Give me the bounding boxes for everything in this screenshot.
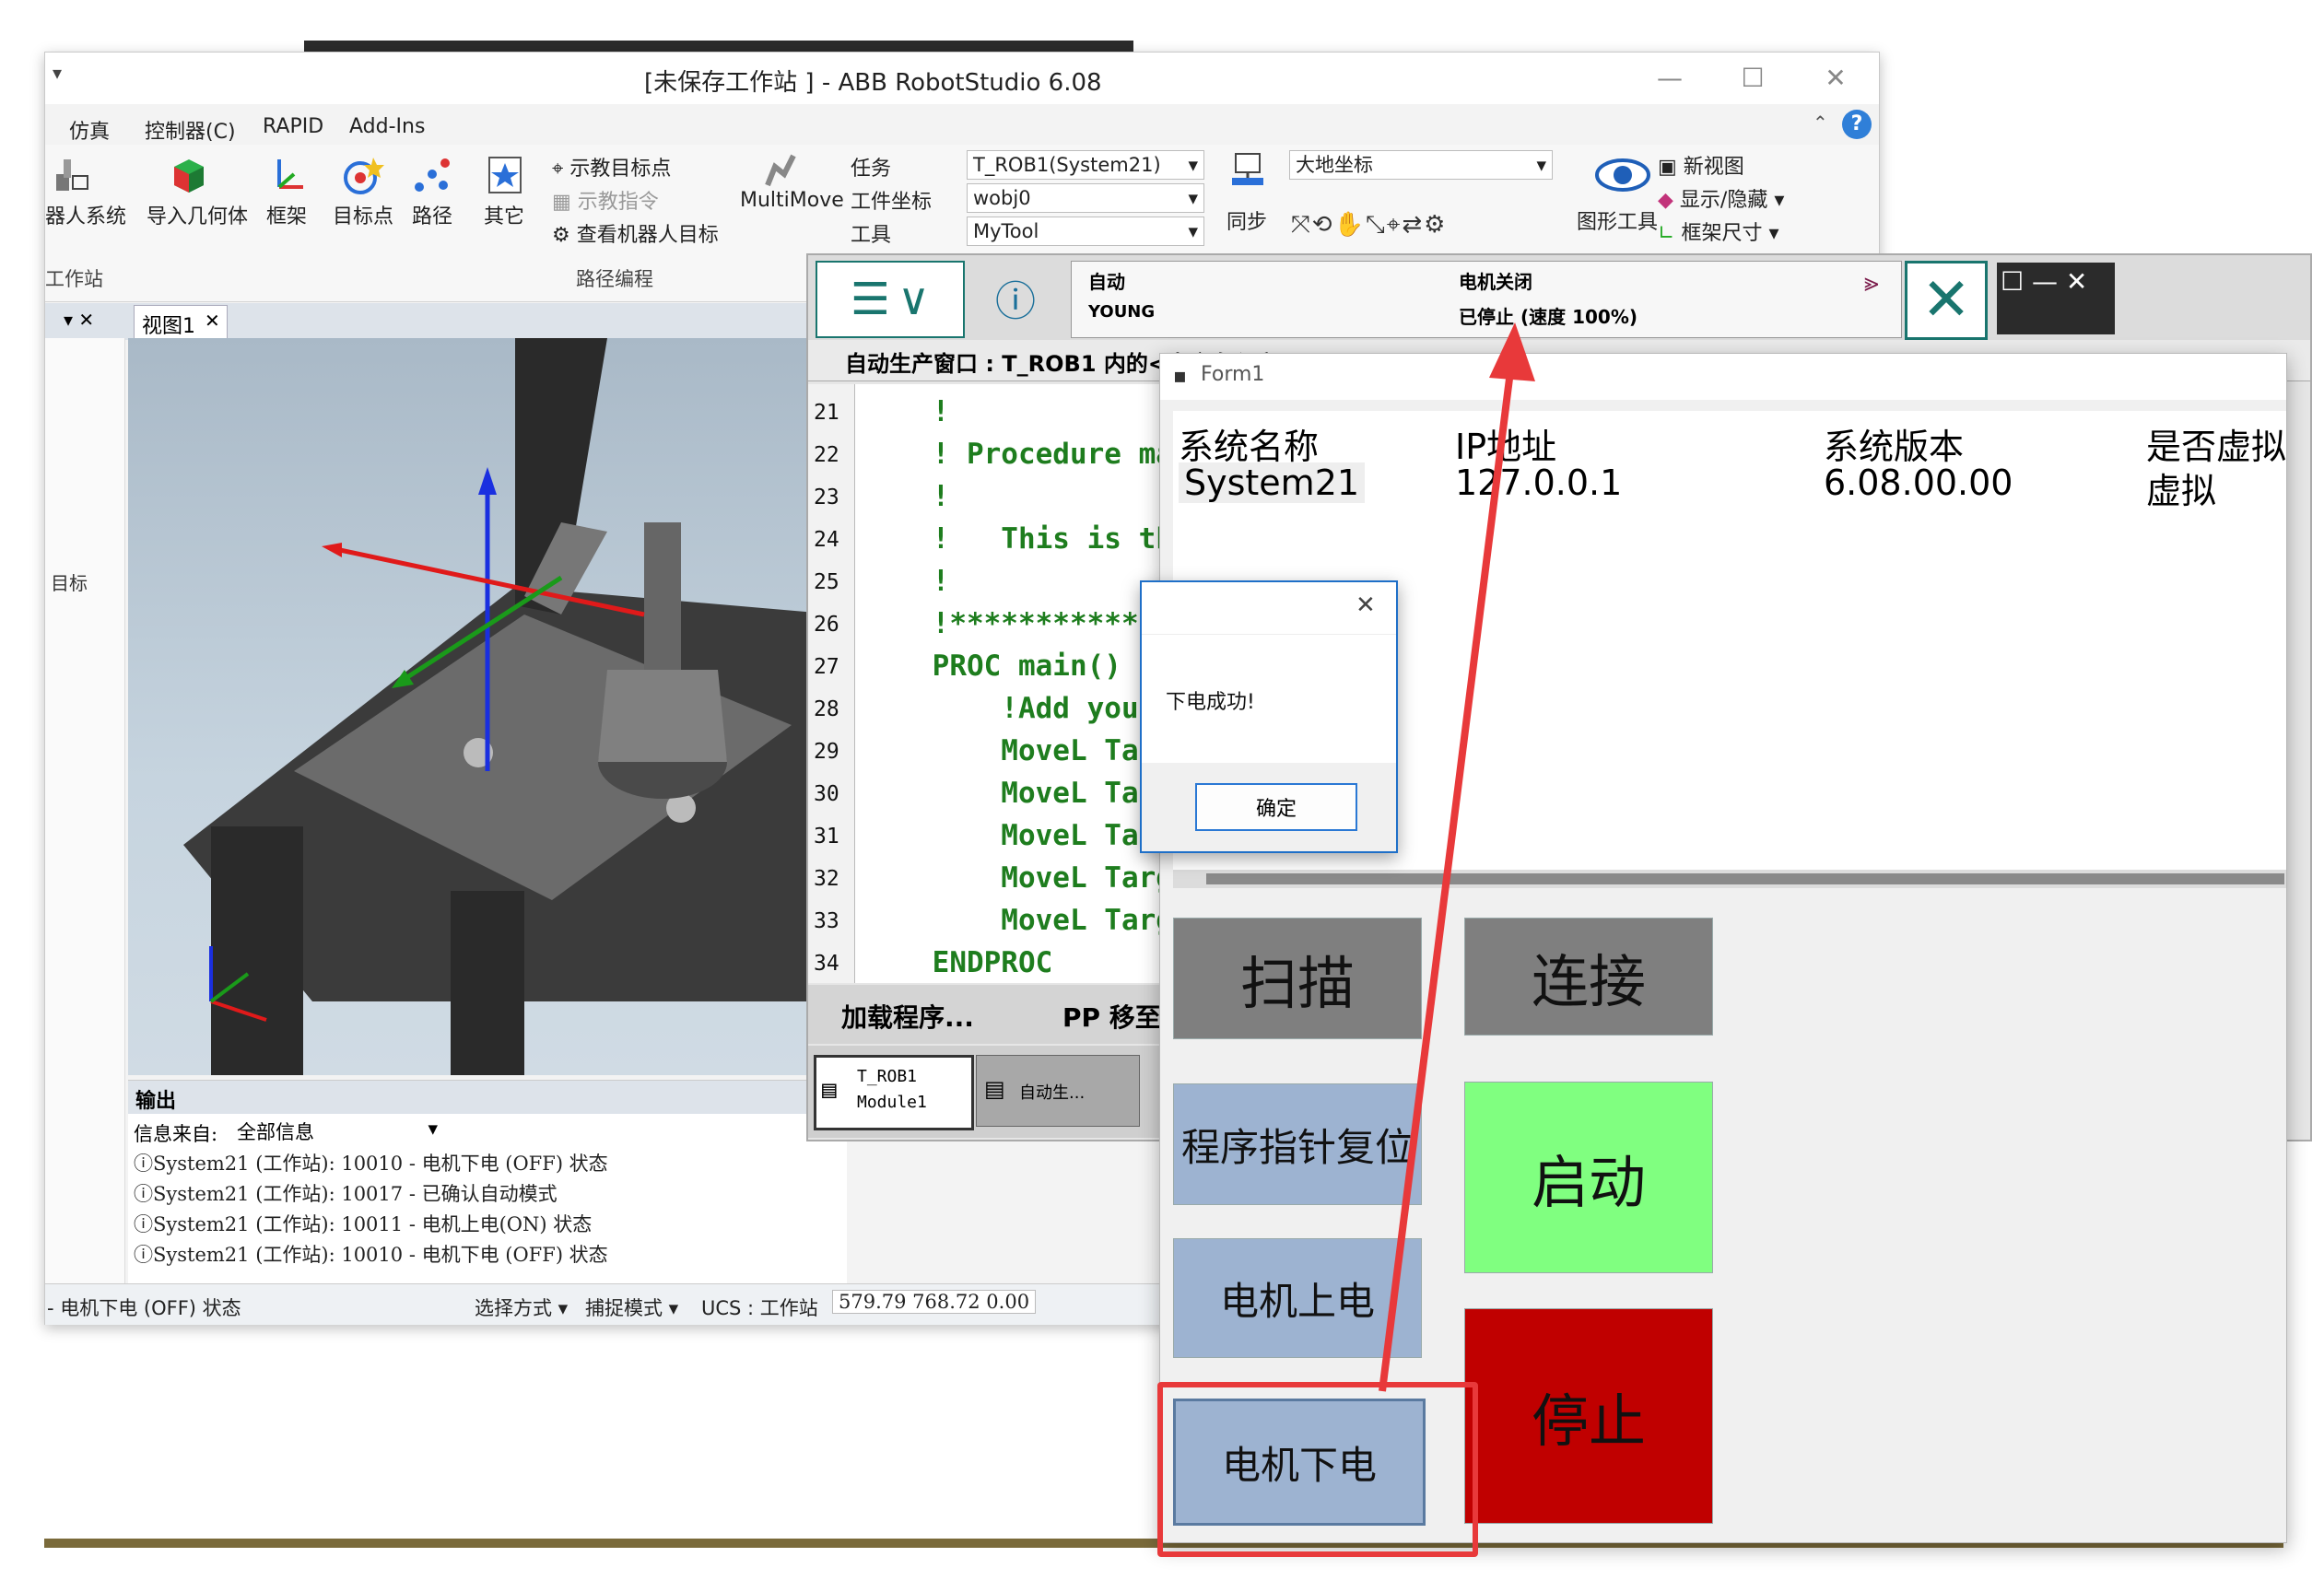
annotation-arrow-head [1489, 322, 1535, 381]
annotation-arrow-line [1379, 363, 1515, 1392]
annotation-highlight-box [1157, 1382, 1478, 1557]
annotation-overlay [1379, 322, 1535, 1392]
